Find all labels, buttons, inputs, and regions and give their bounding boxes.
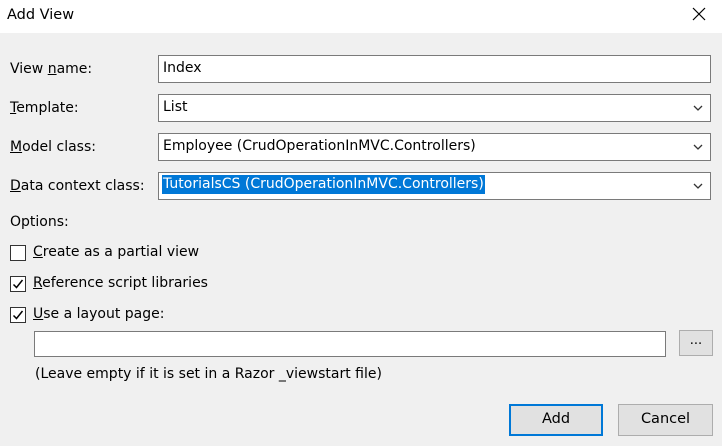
template-label: Template: [10, 100, 79, 116]
add-view-dialog: Add View View name: Index Template: List… [0, 0, 722, 446]
use-layout-label-rest: se a layout page: [43, 306, 165, 322]
reference-scripts-accesskey: R [33, 275, 43, 291]
dialog-title: Add View [7, 7, 75, 23]
chevron-down-icon [692, 142, 704, 152]
view-name-input[interactable]: Index [158, 55, 711, 83]
model-class-label-accesskey: M [10, 139, 23, 155]
add-button[interactable]: Add [509, 404, 603, 436]
selected-text-highlight: TutorialsCS (CrudOperationInMVC.Controll… [162, 175, 485, 194]
reference-scripts-label-rest: eference script libraries [42, 275, 208, 291]
chevron-down-icon [692, 103, 704, 113]
model-class-label: Model class: [10, 139, 96, 155]
use-layout-accesskey: U [33, 306, 44, 322]
reference-scripts-label: Reference script libraries [33, 275, 208, 291]
use-layout-checkbox[interactable] [10, 307, 26, 323]
reference-scripts-checkbox[interactable] [10, 276, 26, 292]
view-name-label: View name: [10, 61, 92, 77]
view-name-label-rest: ame: [56, 61, 93, 77]
partial-view-checkbox[interactable] [10, 245, 26, 261]
data-context-class-value: TutorialsCS (CrudOperationInMVC.Controll… [162, 175, 485, 194]
template-label-rest: emplate: [16, 100, 79, 116]
view-name-value: Index [163, 60, 202, 76]
partial-view-label-rest: reate as a partial view [42, 244, 200, 260]
data-context-class-select[interactable]: TutorialsCS (CrudOperationInMVC.Controll… [158, 172, 711, 200]
template-value: List [163, 99, 188, 115]
checkmark-icon [12, 310, 24, 320]
options-heading: Options: [10, 214, 69, 230]
template-select[interactable]: List [158, 94, 711, 122]
browse-button[interactable]: ... [679, 330, 713, 356]
layout-hint-text: (Leave empty if it is set in a Razor _vi… [35, 366, 382, 382]
layout-page-input[interactable] [34, 331, 666, 357]
data-context-label-rest: ata context class: [20, 178, 145, 194]
title-bar: Add View [0, 0, 722, 33]
chevron-down-icon [692, 181, 704, 191]
model-class-select[interactable]: Employee (CrudOperationInMVC.Controllers… [158, 133, 711, 161]
cancel-button[interactable]: Cancel [618, 404, 713, 436]
data-context-label-accesskey: D [10, 178, 21, 194]
model-class-value: Employee (CrudOperationInMVC.Controllers… [163, 138, 476, 154]
view-name-label-part: View [10, 61, 48, 77]
data-context-class-label: Data context class: [10, 178, 145, 194]
partial-view-label: Create as a partial view [33, 244, 199, 260]
close-button[interactable] [692, 7, 710, 25]
checkmark-icon [12, 279, 24, 289]
view-name-label-accesskey: n [47, 61, 57, 77]
partial-view-accesskey: C [33, 244, 43, 260]
use-layout-label: Use a layout page: [33, 306, 164, 322]
model-class-label-rest: odel class: [22, 139, 96, 155]
close-icon [692, 7, 710, 21]
